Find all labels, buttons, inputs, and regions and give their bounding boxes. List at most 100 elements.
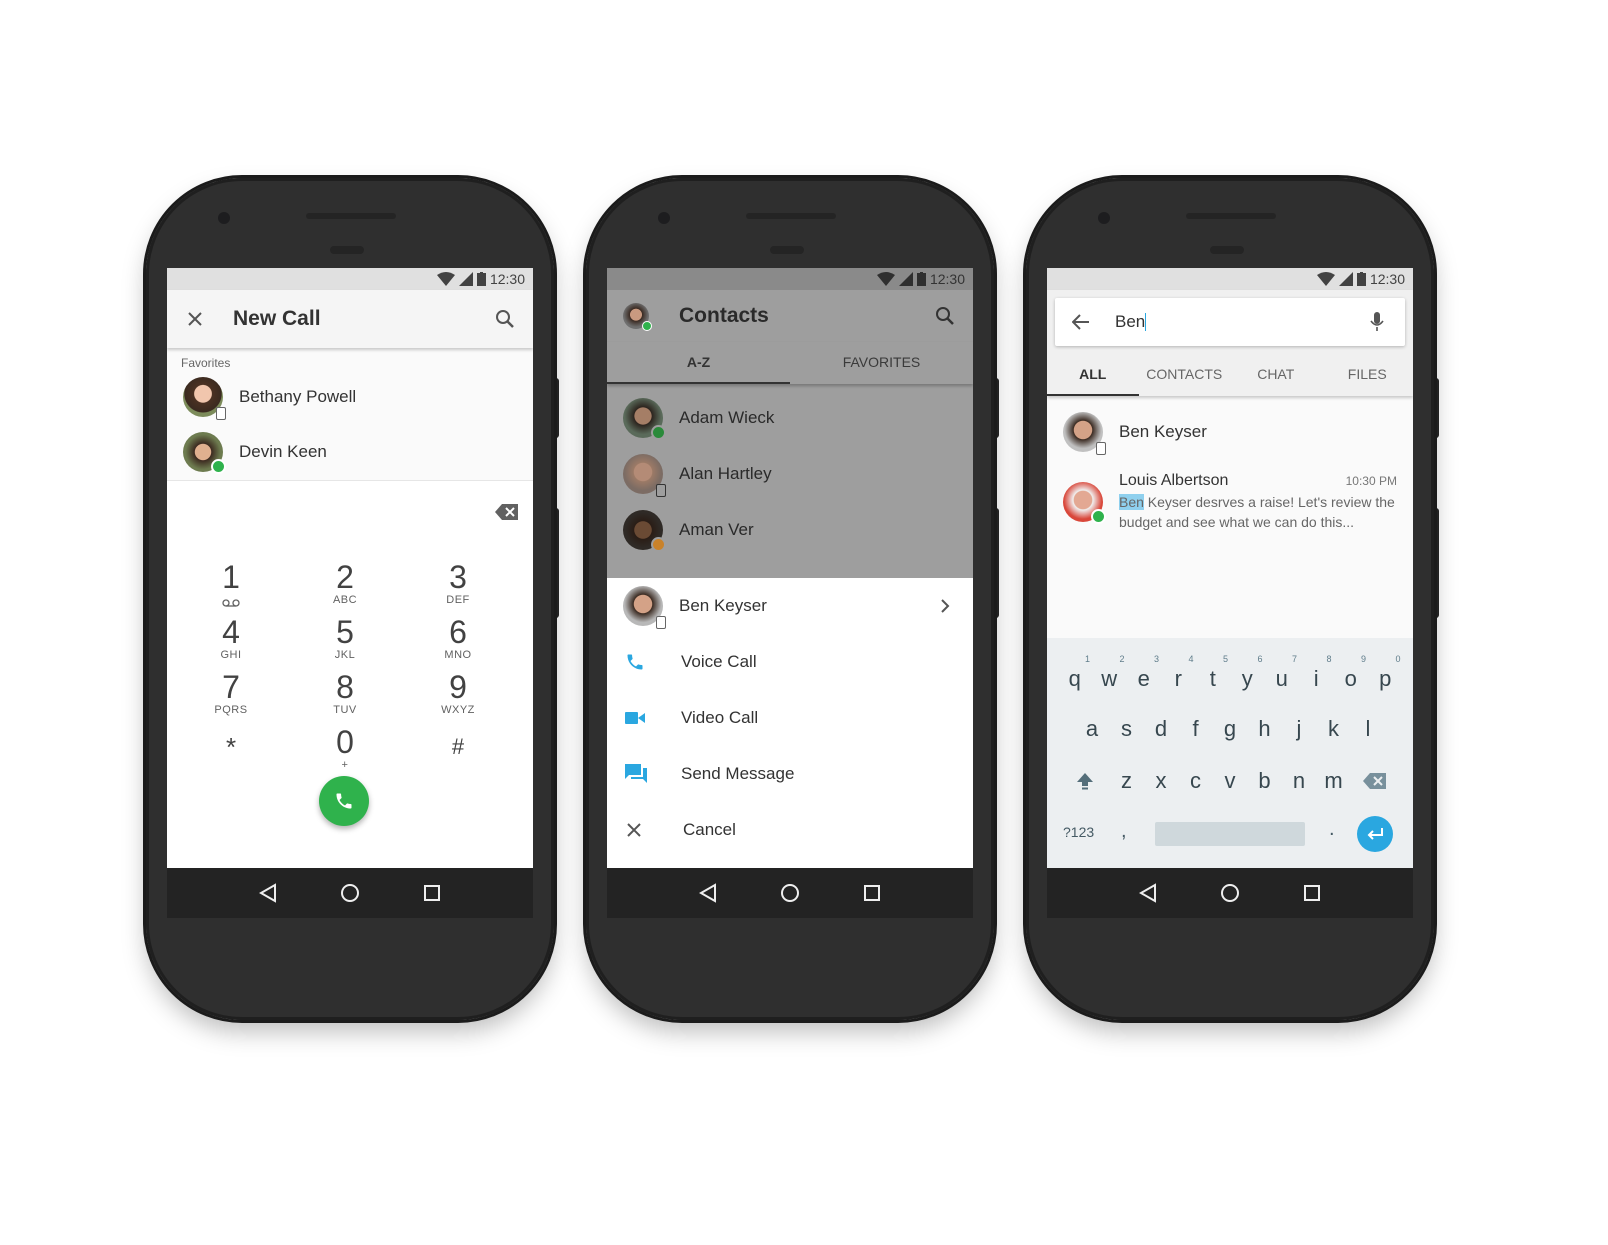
- profile-avatar[interactable]: [623, 303, 652, 331]
- key-m[interactable]: m: [1316, 768, 1351, 796]
- tab-favorites[interactable]: FAVORITES: [790, 342, 973, 384]
- earpiece-speaker: [746, 213, 836, 219]
- dial-key-0[interactable]: 0 +: [305, 725, 385, 771]
- dial-key-star[interactable]: *: [191, 730, 271, 764]
- dial-key-8[interactable]: 8 TUV: [305, 670, 385, 716]
- tab-all[interactable]: ALL: [1047, 354, 1139, 396]
- key-d[interactable]: d: [1144, 716, 1179, 742]
- key-r[interactable]: 4r: [1161, 654, 1196, 692]
- avatar: [183, 377, 226, 420]
- dial-key-9[interactable]: 9 WXYZ: [418, 670, 498, 716]
- app-bar: New Call: [167, 290, 533, 348]
- key-v[interactable]: v: [1213, 768, 1248, 796]
- action-video-call[interactable]: Video Call: [607, 690, 973, 746]
- key-o[interactable]: 9o: [1334, 654, 1369, 692]
- dial-key-3[interactable]: 3 DEF: [418, 560, 498, 606]
- home-nav-icon[interactable]: [778, 881, 802, 905]
- key-g[interactable]: g: [1213, 716, 1248, 742]
- voicemail-icon: [222, 599, 240, 607]
- key-f[interactable]: f: [1178, 716, 1213, 742]
- tab-contacts[interactable]: CONTACTS: [1139, 354, 1231, 396]
- microphone-icon[interactable]: [1365, 310, 1389, 334]
- contact-row[interactable]: Alan Hartley: [607, 446, 973, 502]
- back-nav-icon[interactable]: [1136, 881, 1160, 905]
- dial-key-6[interactable]: 6 MNO: [418, 615, 498, 661]
- recents-nav-icon[interactable]: [420, 881, 444, 905]
- contact-row[interactable]: Adam Wieck: [607, 390, 973, 446]
- home-nav-icon[interactable]: [1218, 881, 1242, 905]
- chevron-right-icon[interactable]: [933, 594, 957, 618]
- key-i[interactable]: 8i: [1299, 654, 1334, 692]
- action-label: Voice Call: [681, 652, 757, 671]
- dial-key-7[interactable]: 7 PQRS: [191, 670, 271, 716]
- dial-key-4[interactable]: 4 GHI: [191, 615, 271, 661]
- tab-a-z[interactable]: A-Z: [607, 342, 790, 384]
- result-message[interactable]: Louis Albertson 10:30 PM Ben Keyser desr…: [1047, 460, 1413, 532]
- status-time: 12:30: [929, 271, 965, 287]
- contact-row[interactable]: Aman Ver: [607, 502, 973, 558]
- call-button[interactable]: [319, 776, 369, 826]
- key-l[interactable]: l: [1351, 716, 1386, 742]
- enter-key[interactable]: [1357, 816, 1393, 852]
- keyboard-row-4: ?123 , .: [1047, 816, 1413, 852]
- action-voice-call[interactable]: Voice Call: [607, 634, 973, 690]
- search-input[interactable]: Ben: [1115, 312, 1145, 332]
- mobile-icon: [216, 407, 226, 420]
- symbols-key[interactable]: ?123: [1063, 824, 1094, 840]
- key-q[interactable]: 1q: [1058, 654, 1093, 692]
- proximity-sensor: [770, 246, 804, 254]
- selected-contact-row[interactable]: Ben Keyser: [607, 578, 973, 634]
- close-icon[interactable]: [183, 307, 207, 331]
- key-z[interactable]: z: [1109, 768, 1144, 796]
- space-bar[interactable]: [1155, 822, 1305, 846]
- key-a[interactable]: a: [1075, 716, 1110, 742]
- key-h[interactable]: h: [1247, 716, 1282, 742]
- key-n[interactable]: n: [1282, 768, 1317, 796]
- screen: 12:30 Contacts A-Z FAVORITES Adam Wieck: [607, 268, 973, 918]
- period-key[interactable]: .: [1329, 818, 1335, 841]
- result-contact[interactable]: Ben Keyser: [1047, 404, 1413, 460]
- front-camera: [218, 212, 230, 224]
- key-j[interactable]: j: [1282, 716, 1317, 742]
- dial-key-5[interactable]: 5 JKL: [305, 615, 385, 661]
- key-w[interactable]: 2w: [1092, 654, 1127, 692]
- recents-nav-icon[interactable]: [1300, 881, 1324, 905]
- recents-nav-icon[interactable]: [860, 881, 884, 905]
- key-y[interactable]: 6y: [1230, 654, 1265, 692]
- dial-key-2[interactable]: 2 ABC: [305, 560, 385, 606]
- backspace-icon[interactable]: [495, 500, 519, 524]
- wifi-icon: [436, 272, 455, 286]
- backspace-key-icon[interactable]: [1351, 768, 1399, 796]
- favorite-item-bethany[interactable]: Bethany Powell: [167, 370, 533, 424]
- online-status-dot: [642, 321, 652, 331]
- home-nav-icon[interactable]: [338, 881, 362, 905]
- key-e[interactable]: 3e: [1127, 654, 1162, 692]
- search-icon[interactable]: [933, 304, 957, 328]
- tab-chat[interactable]: CHAT: [1230, 354, 1322, 396]
- key-c[interactable]: c: [1178, 768, 1213, 796]
- back-nav-icon[interactable]: [696, 881, 720, 905]
- shift-key-icon[interactable]: [1061, 768, 1109, 796]
- key-k[interactable]: k: [1316, 716, 1351, 742]
- contact-name: Ben Keyser: [1119, 422, 1207, 441]
- key-s[interactable]: s: [1109, 716, 1144, 742]
- number-display[interactable]: [167, 480, 533, 544]
- back-nav-icon[interactable]: [256, 881, 280, 905]
- key-b[interactable]: b: [1247, 768, 1282, 796]
- key-p[interactable]: 0p: [1368, 654, 1403, 692]
- comma-key[interactable]: ,: [1121, 820, 1127, 843]
- volume-button: [554, 508, 559, 618]
- search-icon[interactable]: [493, 307, 517, 331]
- dial-key-1[interactable]: 1: [191, 560, 271, 612]
- tab-files[interactable]: FILES: [1322, 354, 1414, 396]
- signal-icon: [1338, 272, 1353, 286]
- action-cancel[interactable]: Cancel: [607, 802, 973, 858]
- action-send-message[interactable]: Send Message: [607, 746, 973, 802]
- arrow-back-icon[interactable]: [1069, 310, 1093, 334]
- key-t[interactable]: 5t: [1196, 654, 1231, 692]
- action-label: Video Call: [681, 708, 759, 727]
- favorite-item-devin[interactable]: Devin Keen: [167, 424, 533, 480]
- key-x[interactable]: x: [1144, 768, 1179, 796]
- key-u[interactable]: 7u: [1265, 654, 1300, 692]
- dial-key-hash[interactable]: #: [418, 730, 498, 764]
